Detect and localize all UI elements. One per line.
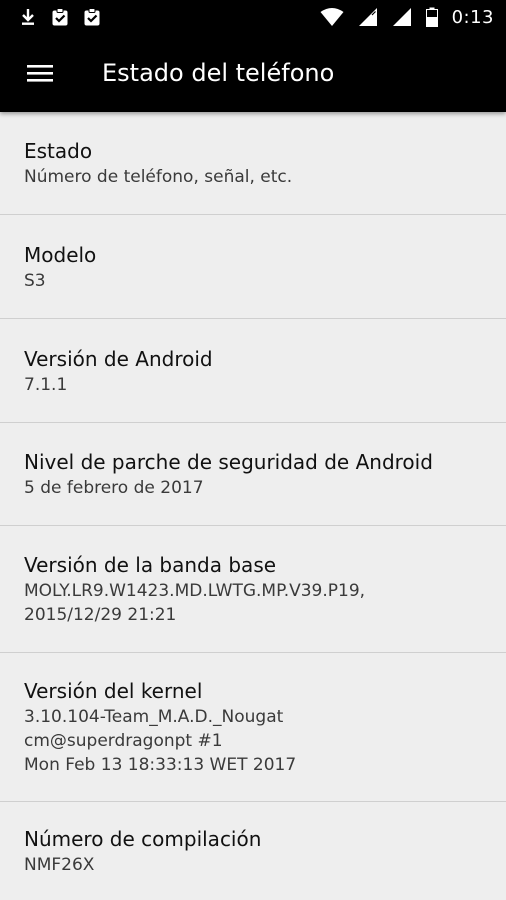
wifi-icon bbox=[320, 8, 344, 26]
list-item-baseband-version[interactable]: Versión de la banda base MOLY.LR9.W1423.… bbox=[0, 526, 506, 653]
clipboard-check-icon bbox=[52, 8, 68, 26]
list-item-kernel-version[interactable]: Versión del kernel 3.10.104-Team_M.A.D._… bbox=[0, 653, 506, 802]
clipboard-check-icon bbox=[84, 8, 100, 26]
list-item-estado[interactable]: Estado Número de teléfono, señal, etc. bbox=[0, 112, 506, 215]
item-title: Nivel de parche de seguridad de Android bbox=[24, 450, 433, 474]
clock: 0:13 bbox=[451, 6, 494, 28]
toolbar: Estado del teléfono bbox=[0, 34, 506, 112]
status-bar: 0:13 bbox=[0, 0, 506, 34]
list-item-build-number[interactable]: Número de compilación NMF26X bbox=[0, 802, 506, 900]
item-summary: 7.1.1 bbox=[24, 374, 68, 395]
item-title: Versión de Android bbox=[24, 346, 213, 371]
item-title: Número de compilación bbox=[24, 827, 262, 851]
list-item-security-patch[interactable]: Nivel de parche de seguridad de Android … bbox=[0, 423, 506, 526]
item-title: Estado bbox=[24, 139, 93, 163]
item-title: Modelo bbox=[24, 242, 97, 267]
notification-icons bbox=[18, 7, 102, 27]
menu-icon bbox=[27, 65, 53, 82]
item-title: Versión del kernel bbox=[24, 679, 203, 703]
item-summary: MOLY.LR9.W1423.MD.LWTG.MP.V39.P19, 2015/… bbox=[24, 581, 366, 625]
page-title: Estado del teléfono bbox=[102, 59, 335, 87]
menu-button[interactable] bbox=[0, 34, 80, 112]
item-summary: 3.10.104-Team_M.A.D._Nougat cm@superdrag… bbox=[24, 707, 297, 775]
battery-icon bbox=[425, 7, 438, 27]
item-summary: 5 de febrero de 2017 bbox=[24, 478, 204, 498]
signal-icon bbox=[358, 8, 377, 26]
item-summary: NMF26X bbox=[24, 855, 95, 875]
item-summary: S3 bbox=[24, 270, 46, 291]
system-icons: 0:13 bbox=[320, 7, 494, 28]
phone-status-list: Estado Número de teléfono, señal, etc. M… bbox=[0, 112, 506, 900]
item-summary: Número de teléfono, señal, etc. bbox=[24, 167, 293, 187]
download-icon bbox=[22, 9, 34, 25]
item-title: Versión de la banda base bbox=[24, 553, 277, 577]
list-item-modelo[interactable]: Modelo S3 bbox=[0, 215, 506, 319]
signal-icon bbox=[392, 8, 411, 26]
list-item-android-version[interactable]: Versión de Android 7.1.1 bbox=[0, 319, 506, 423]
